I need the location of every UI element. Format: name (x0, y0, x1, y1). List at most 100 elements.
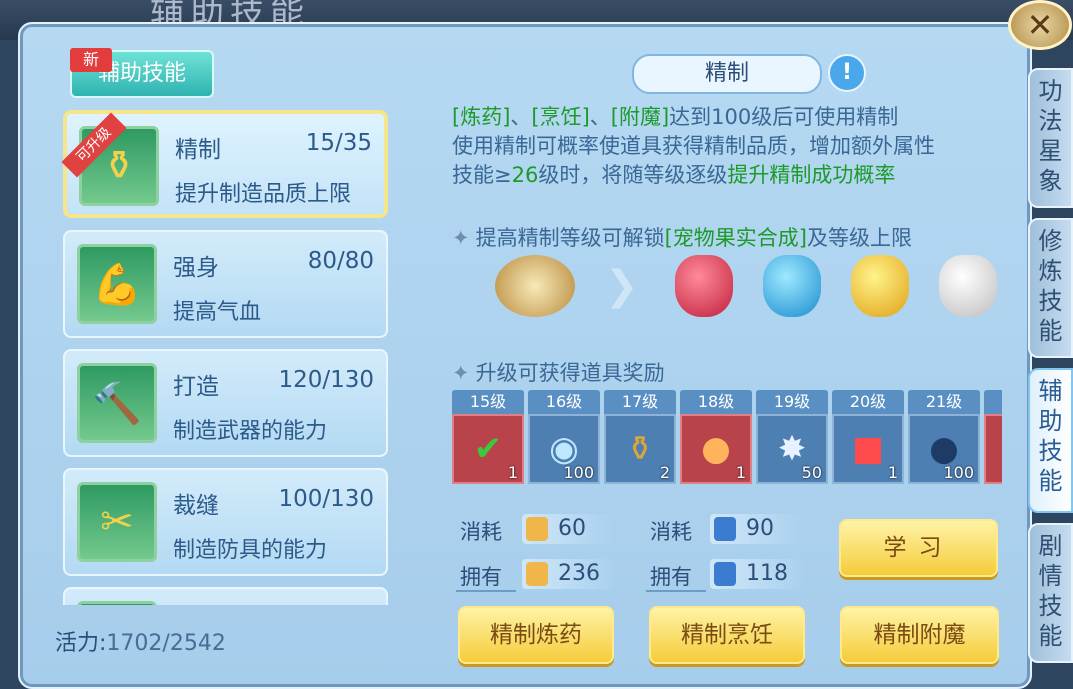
reward-box: ⚱ 2 (604, 414, 676, 484)
reward-item[interactable]: 21级 ● 100 (908, 390, 980, 484)
skill-card-caifeng[interactable]: ✂ 裁缝 100/130 制造防具的能力 (63, 468, 388, 576)
skill-card-qiangshen[interactable]: 💪 强身 80/80 提高气血 (63, 230, 388, 338)
gold-consume-number: 60 (558, 516, 586, 541)
vitality-label: 活力: (55, 631, 107, 656)
book-check-icon: ✔ (473, 429, 503, 469)
unlock-title-b: 及等级上限 (807, 226, 912, 250)
reward-item[interactable]: 16级 ◉ 100 (528, 390, 600, 484)
card-own-number: 118 (746, 561, 788, 586)
desc-line2: 使用精制可概率使道具获得精制品质，增加额外属性 (452, 134, 935, 158)
unlock-title-a: 提高精制等级可解锁 (475, 226, 665, 250)
desc-line3-green: 提升精制成功概率 (727, 163, 896, 187)
desc-line3-num: 26 (511, 163, 539, 187)
new-badge: 新 (70, 48, 112, 72)
reward-item[interactable]: 17级 ⚱ 2 (604, 390, 676, 484)
refine-cooking-button[interactable]: 精制烹饪 (649, 606, 805, 664)
lantern-icon (526, 562, 548, 586)
skill-desc: 制造武器的能力 (173, 419, 328, 444)
desc-cooking: [烹饪] (531, 105, 590, 129)
reward-title: 升级可获得道具奖励 (475, 361, 665, 385)
refine-enchant-button[interactable]: 精制附魔 (840, 606, 999, 664)
skill-title: 精制 (632, 54, 822, 94)
card-consume-label: 消耗 (650, 520, 692, 544)
reward-count: 100 (943, 463, 974, 482)
skill-icon (77, 601, 157, 605)
skill-desc: 提高气血 (173, 300, 262, 325)
card-icon (714, 562, 736, 586)
reward-level: 21级 (908, 390, 980, 414)
card-own-value: 118 (710, 559, 804, 589)
reward-section-title: ✦ 升级可获得道具奖励 (452, 357, 665, 387)
card-consume-number: 90 (746, 516, 774, 541)
skill-name: 精制 (175, 137, 221, 163)
skill-card-partial[interactable] (63, 587, 388, 605)
gold-own-value: 236 (522, 559, 614, 589)
desc-enchant: [附魔] (610, 105, 670, 129)
tab-fuzhu-jineng[interactable]: 辅助技能 (1028, 368, 1073, 513)
red-fruit-icon (675, 255, 733, 317)
gold-own-number: 236 (558, 561, 600, 586)
learn-label: 学习 (883, 535, 954, 561)
skill-level: 80/80 (307, 248, 374, 274)
tab-label: 辅助技能 (1038, 377, 1063, 495)
skill-desc: 制造防具的能力 (173, 538, 328, 563)
tab-label: 剧情技能 (1038, 532, 1063, 650)
muscle-icon: 💪 (77, 244, 157, 324)
synthesis-altar-icon (495, 255, 575, 317)
reward-item-partial[interactable] (984, 390, 1002, 484)
skill-desc: 提升制造品质上限 (175, 182, 352, 207)
vase-icon: ⚱ (625, 429, 655, 469)
desc-line3-b: 级时，将随等级逐级 (538, 163, 728, 187)
reward-box: ✸ 50 (756, 414, 828, 484)
reward-item[interactable]: 20级 ■ 1 (832, 390, 904, 484)
reward-box: ● 100 (908, 414, 980, 484)
close-button[interactable]: ✕ (1008, 0, 1072, 50)
reward-box: ✔ 1 (452, 414, 524, 484)
close-icon: ✕ (1026, 6, 1054, 44)
tab-label: 功法星象 (1038, 77, 1063, 195)
reward-box: ■ 1 (832, 414, 904, 484)
reward-count: 100 (563, 463, 594, 482)
reward-box: ● 1 (680, 414, 752, 484)
divider (646, 590, 706, 592)
reward-level (984, 390, 1002, 414)
skill-name: 裁缝 (173, 493, 219, 519)
learn-button[interactable]: 学习 (839, 519, 998, 577)
lantern-icon (526, 517, 548, 541)
skill-card-jingzhi[interactable]: ⚱ 可升级 精制 15/35 提升制造品质上限 (61, 110, 388, 218)
tab-gongfa-xingxiang[interactable]: 功法星象 (1028, 68, 1073, 208)
skill-description: [炼药]、[烹饪]、[附魔]达到100级后可使用精制 使用精制可概率使道具获得精… (452, 103, 1012, 190)
sparkle-icon: ✦ (452, 361, 470, 385)
reward-count: 1 (887, 463, 898, 482)
gold-consume-label: 消耗 (460, 520, 502, 544)
skill-list[interactable]: ⚱ 可升级 精制 15/35 提升制造品质上限 💪 强身 80/80 提高气血 … (55, 100, 400, 605)
gold-own-label: 拥有 (460, 565, 502, 589)
tab-xiulian-jineng[interactable]: 修炼技能 (1028, 218, 1073, 358)
reward-level: 20级 (832, 390, 904, 414)
reward-item[interactable]: 19级 ✸ 50 (756, 390, 828, 484)
reward-item[interactable]: 18级 ● 1 (680, 390, 752, 484)
skill-level: 120/130 (278, 367, 374, 393)
card-icon (714, 517, 736, 541)
skill-card-dazao[interactable]: 🔨 打造 120/130 制造武器的能力 (63, 349, 388, 457)
refine-alchemy-button[interactable]: 精制炼药 (458, 606, 614, 664)
hammer-icon: 🔨 (77, 363, 157, 443)
blue-fruit-icon (763, 255, 821, 317)
unlock-title-green: [宠物果实合成] (664, 226, 807, 250)
reward-strip[interactable]: 15级 ✔ 1 16级 ◉ 100 17级 ⚱ 2 18级 ● 1 19级 ✸ 50 20… (452, 390, 1002, 486)
refine-enchant-label: 精制附魔 (873, 622, 966, 648)
sparkle-icon: ✦ (452, 226, 470, 250)
tab-juqing-jineng[interactable]: 剧情技能 (1028, 523, 1073, 663)
desc-sep: 、 (510, 105, 532, 129)
tab-label: 修炼技能 (1038, 227, 1063, 345)
info-icon[interactable]: ! (828, 54, 866, 92)
desc-line1-rest: 达到100级后可使用精制 (669, 105, 899, 129)
refine-cooking-label: 精制烹饪 (681, 622, 773, 648)
arrow-right-icon: ❯ (605, 263, 639, 309)
reward-item[interactable]: 15级 ✔ 1 (452, 390, 524, 484)
reward-box: ◉ 100 (528, 414, 600, 484)
reward-level: 16级 (528, 390, 600, 414)
reward-count: 2 (659, 463, 670, 482)
gold-consume-value: 60 (522, 514, 614, 544)
skill-level: 15/35 (305, 130, 372, 156)
